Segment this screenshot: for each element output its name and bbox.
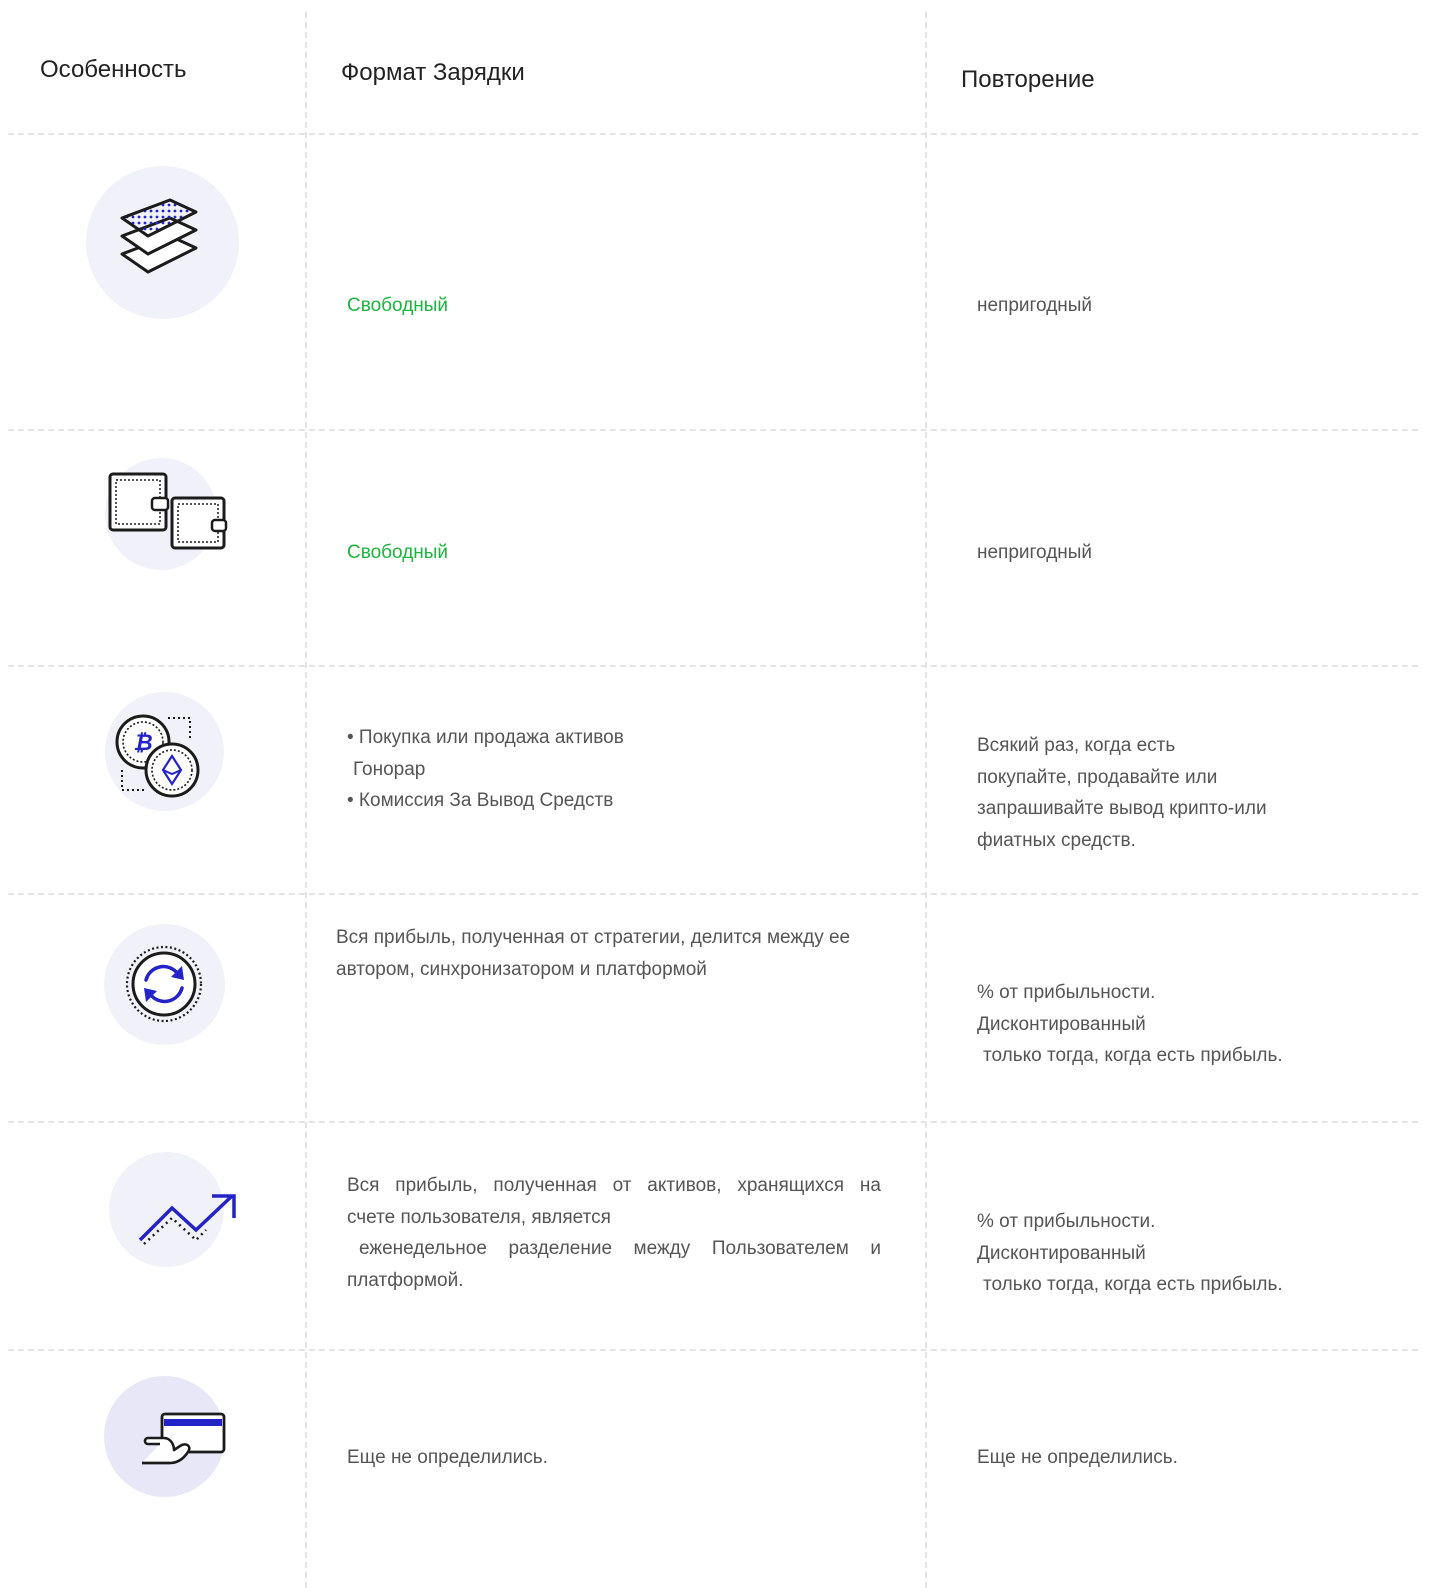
recurrence-value: % от прибыльности. Дисконтированный толь… xyxy=(977,1206,1283,1301)
layers-icon xyxy=(120,198,198,274)
recurrence-line: Дисконтированный xyxy=(977,1013,1146,1035)
row-divider xyxy=(8,429,1418,431)
header-charge-format: Формат Зарядки xyxy=(341,59,525,86)
recurrence-value: % от прибыльности. Дисконтированный толь… xyxy=(977,977,1283,1072)
card-payment-icon xyxy=(142,1412,226,1465)
row-divider xyxy=(8,133,1418,135)
charge-format-value: Свободный xyxy=(347,295,449,316)
wallets-icon xyxy=(108,472,228,550)
recurrence-line: покупайте, продавайте или xyxy=(977,766,1218,788)
charge-format-line: • Покупка или продажа активов xyxy=(347,727,624,748)
charge-format-line: Вся прибыль, полученная от активов, хран… xyxy=(347,1175,881,1196)
recurrence-line: фиатных средств. xyxy=(977,829,1136,851)
charge-format-value: Вся прибыль, полученная от активов, хран… xyxy=(347,1170,881,1296)
charge-format-value: Свободный xyxy=(347,542,449,563)
row-divider xyxy=(8,1349,1418,1351)
crypto-coins-icon: ₿ xyxy=(115,714,200,798)
recurrence-line: запрашивайте вывод крипто-или xyxy=(977,798,1267,819)
charge-format-line: Гонорар xyxy=(353,758,426,780)
column-divider xyxy=(925,12,927,1588)
row-divider xyxy=(8,893,1418,895)
header-recurrence: Повторение xyxy=(961,66,1095,93)
sync-icon xyxy=(125,945,203,1023)
svg-text:₿: ₿ xyxy=(133,731,152,756)
charge-format-value: Вся прибыль, полученная от стратегии, де… xyxy=(336,922,850,985)
charge-format-line: • Комиссия За Вывод Средств xyxy=(347,790,614,811)
recurrence-value: непригодный xyxy=(977,295,1093,316)
charge-format-line: Вся прибыль, полученная от стратегии, де… xyxy=(336,927,851,948)
recurrence-value: непригодный xyxy=(977,542,1093,563)
trend-up-icon xyxy=(138,1194,236,1245)
charge-format-value: Еще не определились. xyxy=(347,1447,548,1468)
recurrence-value: Всякий раз, когда есть покупайте, продав… xyxy=(977,730,1267,856)
recurrence-line: Дисконтированный xyxy=(977,1242,1146,1264)
recurrence-line: % от прибыльности. xyxy=(977,1211,1156,1232)
charge-format-line: автором, синхронизатором и платформой xyxy=(336,958,707,980)
column-divider xyxy=(305,12,307,1588)
recurrence-line: только тогда, когда есть прибыль. xyxy=(983,1274,1283,1295)
row-divider xyxy=(8,665,1418,667)
recurrence-line: Всякий раз, когда есть xyxy=(977,735,1176,756)
recurrence-line: только тогда, когда есть прибыль. xyxy=(983,1045,1283,1066)
charge-format-line: платформой. xyxy=(347,1269,464,1291)
charge-format-value: • Покупка или продажа активов Гонорар • … xyxy=(347,722,624,817)
recurrence-line: % от прибыльности. xyxy=(977,982,1156,1003)
row-divider xyxy=(8,1121,1418,1123)
recurrence-value: Еще не определились. xyxy=(977,1447,1178,1468)
charge-format-line: еженедельное разделение между Пользовате… xyxy=(359,1238,881,1259)
header-feature: Особенность xyxy=(40,56,187,83)
charge-format-line: счете пользователя, является xyxy=(347,1206,611,1228)
